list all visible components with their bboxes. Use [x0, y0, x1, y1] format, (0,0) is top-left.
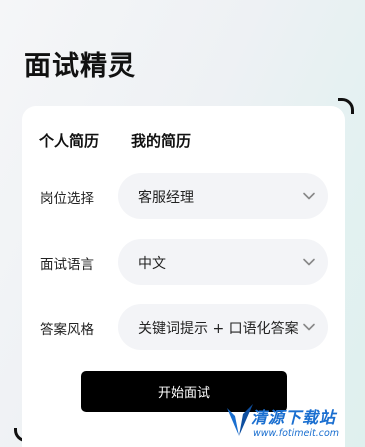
interview-setup-card: 个人简历 我的简历 岗位选择 客服经理 面试语言 中文 答案风格 关键词提示 +…: [22, 106, 345, 447]
position-row: 岗位选择 客服经理: [22, 173, 345, 219]
language-value: 中文: [138, 256, 166, 272]
answer-style-select[interactable]: 关键词提示 + 口语化答案: [118, 304, 328, 350]
position-label: 岗位选择: [40, 191, 94, 207]
language-select[interactable]: 中文: [118, 239, 328, 285]
answer-style-row: 答案风格 关键词提示 + 口语化答案: [22, 304, 345, 350]
tab-my-resume[interactable]: 我的简历: [131, 130, 191, 151]
position-select[interactable]: 客服经理: [118, 173, 328, 219]
watermark-title: 清源下载站: [251, 408, 337, 427]
position-value: 客服经理: [138, 190, 194, 206]
tab-personal-resume[interactable]: 个人简历: [39, 130, 99, 151]
page-title: 面试精灵: [24, 51, 136, 82]
chevron-down-icon: [303, 192, 315, 200]
chevron-down-icon: [303, 258, 315, 266]
watermark-url: www.fotimeit.com: [253, 428, 340, 439]
answer-style-value: 关键词提示 + 口语化答案: [138, 321, 298, 337]
answer-style-label: 答案风格: [40, 322, 94, 338]
watermark: 清源下载站 www.fotimeit.com: [225, 402, 355, 444]
chevron-down-icon: [303, 323, 315, 331]
resume-tabs: 个人简历 我的简历: [39, 130, 191, 151]
language-row: 面试语言 中文: [22, 239, 345, 285]
language-label: 面试语言: [40, 257, 94, 273]
